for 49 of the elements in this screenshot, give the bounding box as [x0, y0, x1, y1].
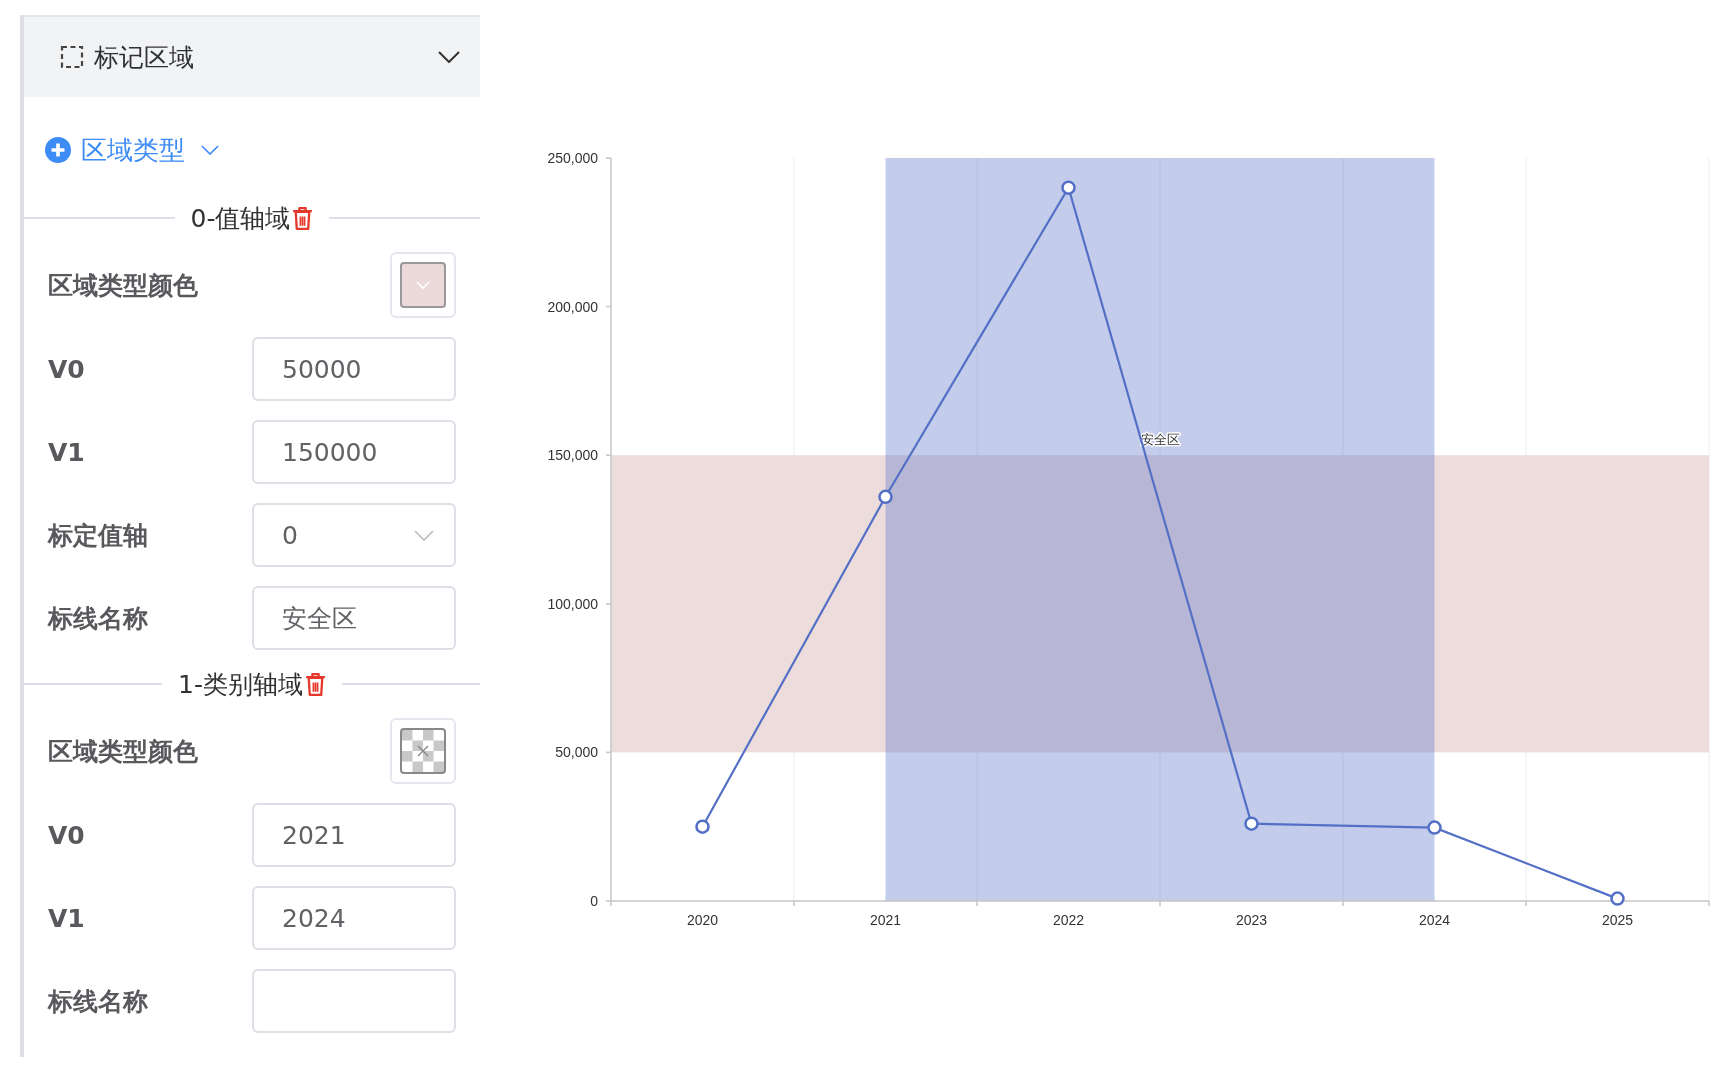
field-label: V1 — [48, 437, 85, 467]
data-point — [1244, 816, 1259, 831]
axis-label: 100,000 — [547, 595, 598, 612]
input-field[interactable] — [252, 969, 456, 1033]
chevron-down-icon — [414, 529, 434, 541]
field-label: 标定值轴 — [48, 519, 148, 552]
input-field[interactable]: 50000 — [252, 337, 456, 401]
dashed-square-icon — [60, 45, 84, 69]
data-point — [1061, 180, 1076, 195]
field-label: 区域类型颜色 — [48, 735, 198, 768]
axis-label: 0 — [590, 893, 598, 909]
axis-label: 2021 — [869, 912, 902, 928]
axis-label: 150,000 — [547, 447, 598, 464]
data-point — [1427, 820, 1442, 835]
axis-label: 2020 — [686, 912, 719, 928]
field-label: 标线名称 — [48, 602, 148, 635]
axis-label: 2023 — [1235, 912, 1268, 928]
select-field[interactable]: 0 — [252, 503, 456, 567]
trash-icon[interactable] — [292, 205, 314, 231]
plus-circle-icon — [45, 137, 71, 163]
empty-color-icon — [400, 728, 446, 774]
color-picker[interactable] — [390, 252, 456, 318]
field-label: V0 — [48, 354, 85, 384]
data-point — [695, 819, 710, 834]
field-label: 区域类型颜色 — [48, 269, 198, 302]
color-picker[interactable] — [390, 718, 456, 784]
axis-label: 2024 — [1418, 912, 1451, 928]
axis-label: 2022 — [1052, 912, 1085, 928]
collapse-header[interactable]: 标记区域 — [24, 17, 480, 97]
field-label: V0 — [48, 820, 85, 850]
section-title: 0-值轴域 — [190, 202, 291, 235]
data-point — [878, 489, 893, 505]
region-type-dropdown[interactable]: 区域类型 — [45, 130, 219, 170]
input-field[interactable]: 2024 — [252, 886, 456, 950]
axis-label: 50,000 — [555, 744, 598, 761]
field-label: V1 — [48, 903, 85, 933]
axis-label: 200,000 — [547, 298, 598, 315]
chevron-down-icon — [438, 51, 460, 63]
trash-icon[interactable] — [304, 671, 326, 697]
axis-label: 2025 — [1601, 912, 1634, 928]
input-field[interactable]: 安全区 — [252, 586, 456, 650]
axis-label: 250,000 — [547, 150, 598, 166]
input-field[interactable]: 150000 — [252, 420, 456, 484]
section-title: 1-类别轴域 — [178, 668, 303, 701]
area-label: 安全区 — [1140, 432, 1180, 448]
chevron-down-icon — [201, 145, 219, 155]
field-label: 标线名称 — [48, 985, 148, 1018]
input-field[interactable]: 2021 — [252, 803, 456, 867]
data-point — [1610, 891, 1625, 906]
